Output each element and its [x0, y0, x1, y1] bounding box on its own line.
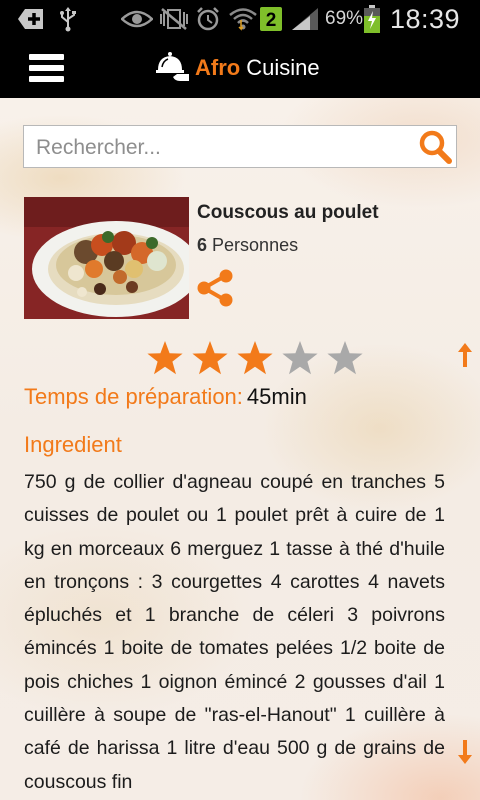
search-icon[interactable] — [418, 130, 452, 164]
scroll-down-arrow-icon[interactable] — [455, 738, 475, 766]
app-bar: Afro Cuisine — [0, 38, 480, 98]
notification-badge-count: 2 — [266, 10, 277, 31]
hamburger-menu-icon[interactable] — [29, 52, 64, 84]
star-empty-icon[interactable] — [326, 340, 364, 376]
app-title: Afro Cuisine — [155, 47, 320, 89]
status-clock: 18:39 — [390, 4, 461, 34]
usb-icon — [56, 7, 80, 32]
battery-charging-icon — [362, 5, 382, 33]
prep-time: Temps de préparation: 45min — [24, 384, 307, 410]
no-vibrate-icon — [158, 7, 190, 31]
recipe-title: Couscous au poulet — [197, 202, 379, 223]
recipe-servings: 6 Personnes — [197, 235, 298, 256]
recipe-photo — [24, 197, 189, 319]
sim-badge-icon: 2 — [260, 7, 282, 31]
wifi-icon — [228, 7, 258, 31]
alarm-icon — [194, 7, 222, 31]
ingredients-text: 750 g de collier d'agneau coupé en tranc… — [24, 471, 445, 793]
search-bar — [23, 125, 457, 168]
recipe-detail: Couscous au poulet 6 Personnes Temps de … — [0, 98, 480, 800]
star-filled-icon[interactable] — [191, 340, 229, 376]
search-input[interactable] — [34, 132, 418, 164]
prep-time-label: Temps de préparation: — [24, 384, 243, 409]
signal-icon — [290, 7, 320, 31]
status-bar: 2 69% 18:39 — [0, 0, 480, 38]
ingredients-heading: Ingredient — [24, 432, 122, 457]
servings-count: 6 — [197, 235, 208, 255]
prep-time-value: 45min — [246, 384, 307, 409]
star-filled-icon[interactable] — [146, 340, 184, 376]
app-title-rest: Cuisine — [246, 55, 320, 80]
battery-percent: 69% — [325, 8, 364, 29]
servings-label: Personnes — [212, 235, 299, 255]
add-box-icon — [16, 7, 46, 31]
star-empty-icon[interactable] — [281, 340, 319, 376]
share-icon[interactable] — [195, 268, 235, 308]
star-filled-icon[interactable] — [236, 340, 274, 376]
rating-stars — [146, 340, 364, 376]
scroll-up-arrow-icon[interactable] — [455, 341, 475, 369]
cloche-serving-icon — [155, 49, 191, 88]
app-title-brand: Afro — [195, 55, 241, 80]
eye-icon — [120, 7, 154, 31]
